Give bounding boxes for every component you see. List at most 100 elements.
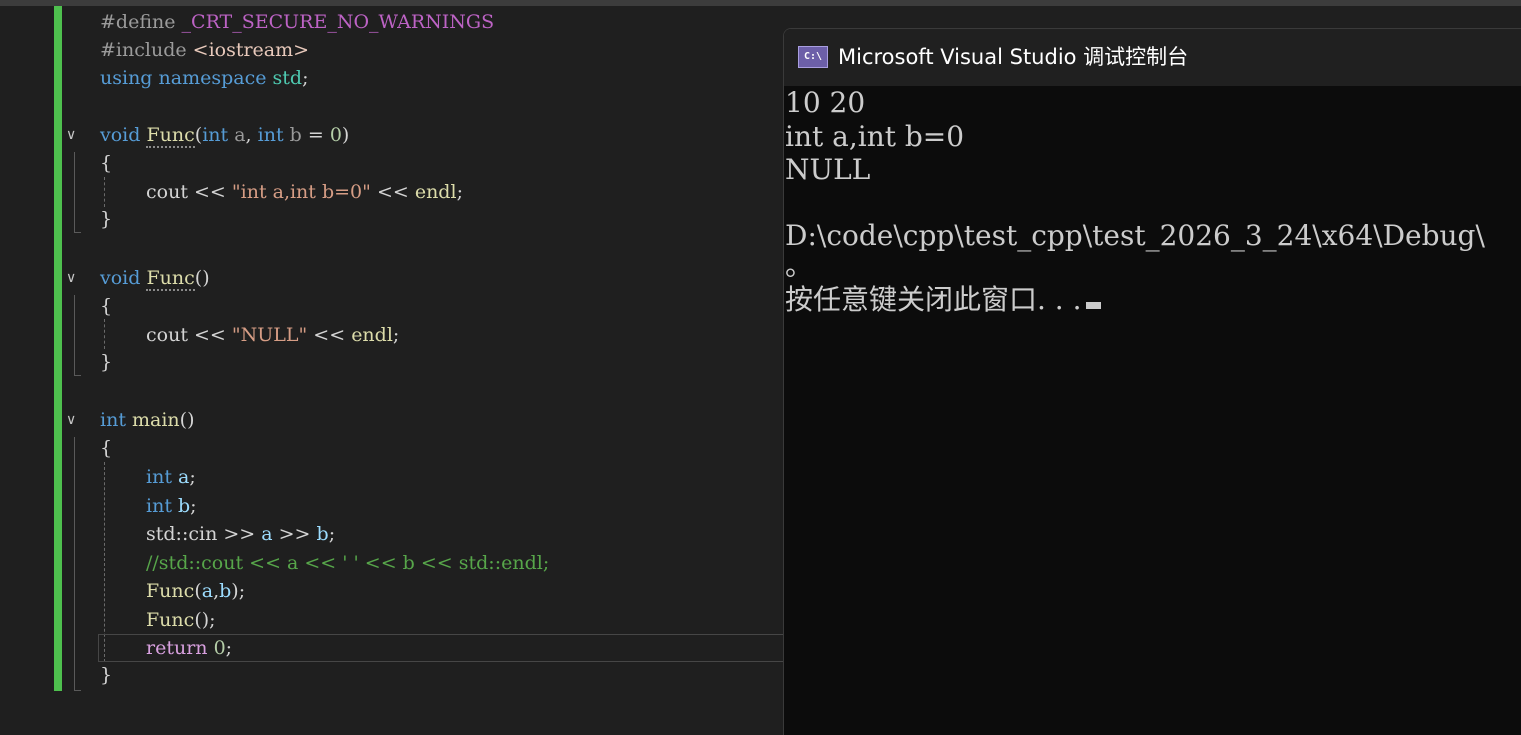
token-function: Func: [146, 609, 195, 631]
token-punct: ,: [245, 124, 252, 146]
console-cursor: [1085, 302, 1101, 309]
console-output-line: int a,int b=0: [785, 120, 965, 153]
token-function: Func: [146, 267, 195, 291]
token-variable: b: [219, 580, 232, 602]
token-keyword: int: [146, 466, 172, 488]
token-keyword: int: [100, 409, 126, 431]
token-variable: a: [201, 580, 214, 602]
code-line-brace[interactable]: {: [100, 292, 112, 320]
token-keyword: int: [202, 124, 229, 146]
token-brace: }: [100, 208, 113, 230]
indent-guide: [104, 177, 105, 207]
indent-guide: [104, 462, 105, 662]
token-punct: ): [231, 580, 239, 602]
token-keyword: void: [100, 267, 141, 289]
change-indicator-bar: [54, 6, 62, 691]
code-line-call-func[interactable]: Func();: [146, 606, 216, 634]
code-line-cout-1[interactable]: cout << "int a,int b=0" << endl;: [146, 178, 463, 206]
console-app-icon: C:\: [798, 46, 828, 68]
code-line-func-signature-1[interactable]: void Func(int a, int b = 0): [100, 121, 349, 149]
code-line-brace[interactable]: {: [100, 149, 112, 177]
token-namespace: std: [272, 67, 303, 89]
token-variable: b: [316, 523, 329, 545]
code-line-brace[interactable]: {: [100, 434, 112, 462]
debug-console-window[interactable]: C:\ Microsoft Visual Studio 调试控制台 10 20 …: [783, 28, 1521, 735]
token-punct: (): [179, 409, 195, 431]
token-punct: ;: [225, 637, 233, 659]
token-punct: ): [341, 124, 350, 146]
token-punct: ;: [209, 609, 216, 631]
indent-guide: [104, 319, 105, 349]
token-punct: ;: [190, 495, 197, 517]
console-prompt-line: 按任意键关闭此窗口. . .: [785, 283, 1101, 317]
code-line-comment[interactable]: //std::cout << a << ' ' << b << std::end…: [146, 549, 549, 577]
editor-top-border: [0, 0, 1521, 6]
token-punct: (): [194, 609, 210, 631]
token-punct: ;: [302, 67, 309, 89]
token-macro: _CRT_SECURE_NO_WARNINGS: [181, 11, 495, 33]
fold-region-guide: [74, 295, 81, 376]
token-function: Func: [146, 580, 195, 602]
token-function: main: [132, 409, 180, 431]
token-brace: {: [100, 295, 113, 317]
token-directive: #include: [100, 39, 187, 61]
token-punct: (: [194, 580, 202, 602]
fold-region-guide: [74, 437, 81, 691]
token-operator: <<: [376, 181, 409, 203]
code-line-include[interactable]: #include <iostream>: [100, 36, 309, 64]
fold-chevron-icon[interactable]: ∨: [66, 412, 82, 428]
code-line-call-func-ab[interactable]: Func(a,b);: [146, 577, 245, 605]
code-line-brace[interactable]: }: [100, 205, 112, 233]
code-line-func-signature-2[interactable]: void Func(): [100, 264, 210, 292]
token-identifier: cout: [146, 181, 188, 203]
token-directive: #define: [100, 11, 176, 33]
token-variable: b: [178, 495, 191, 517]
token-header: <iostream>: [192, 39, 310, 61]
token-string: "int a,int b=0": [231, 181, 371, 203]
token-brace: }: [100, 664, 113, 686]
console-prompt-text: 按任意键关闭此窗口. . .: [785, 283, 1082, 316]
code-line-using[interactable]: using namespace std;: [100, 64, 308, 92]
token-identifier: std::cin: [146, 523, 218, 545]
console-output-line: 。: [785, 249, 814, 282]
token-keyword: namespace: [158, 67, 267, 89]
token-keyword: void: [100, 124, 141, 146]
code-line-brace[interactable]: }: [100, 348, 112, 376]
token-function: endl: [351, 324, 393, 346]
code-line-brace[interactable]: }: [100, 661, 112, 689]
code-line-decl-b[interactable]: int b;: [146, 492, 197, 520]
token-number: 0: [329, 124, 342, 146]
token-keyword: using: [100, 67, 153, 89]
token-brace: }: [100, 351, 113, 373]
fold-chevron-icon[interactable]: ∨: [66, 127, 82, 143]
token-punct: ;: [392, 324, 400, 346]
token-param: a: [234, 124, 246, 146]
console-output-line: 10 20: [785, 86, 866, 119]
token-operator: =: [307, 124, 324, 146]
code-line-main-signature[interactable]: int main(): [100, 406, 195, 434]
token-operator: <<: [194, 181, 226, 203]
token-function: endl: [414, 181, 457, 203]
token-punct: ;: [328, 523, 336, 545]
console-output-line: NULL: [785, 153, 871, 186]
console-window-title: Microsoft Visual Studio 调试控制台: [838, 45, 1189, 69]
code-line-return[interactable]: return 0;: [146, 634, 232, 662]
code-line-decl-a[interactable]: int a;: [146, 463, 196, 491]
code-line-cin[interactable]: std::cin >> a >> b;: [146, 520, 335, 548]
console-title-bar[interactable]: C:\ Microsoft Visual Studio 调试控制台: [784, 29, 1521, 86]
token-param: b: [289, 124, 302, 146]
token-brace: {: [100, 437, 113, 459]
token-string: "NULL": [231, 324, 308, 346]
token-operator: >>: [223, 523, 256, 545]
code-line-define[interactable]: #define _CRT_SECURE_NO_WARNINGS: [100, 8, 494, 36]
token-brace: {: [100, 152, 113, 174]
token-operator: <<: [313, 324, 346, 346]
token-punct: ;: [189, 466, 196, 488]
console-output-line: D:\code\cpp\test_cpp\test_2026_3_24\x64\…: [785, 219, 1485, 252]
token-comment: //std::cout << a << ' ' << b << std::end…: [146, 552, 550, 574]
token-operator: <<: [194, 324, 226, 346]
token-keyword: int: [146, 495, 172, 517]
code-line-cout-2[interactable]: cout << "NULL" << endl;: [146, 321, 399, 349]
fold-chevron-icon[interactable]: ∨: [66, 270, 82, 286]
token-punct: (): [194, 267, 210, 289]
